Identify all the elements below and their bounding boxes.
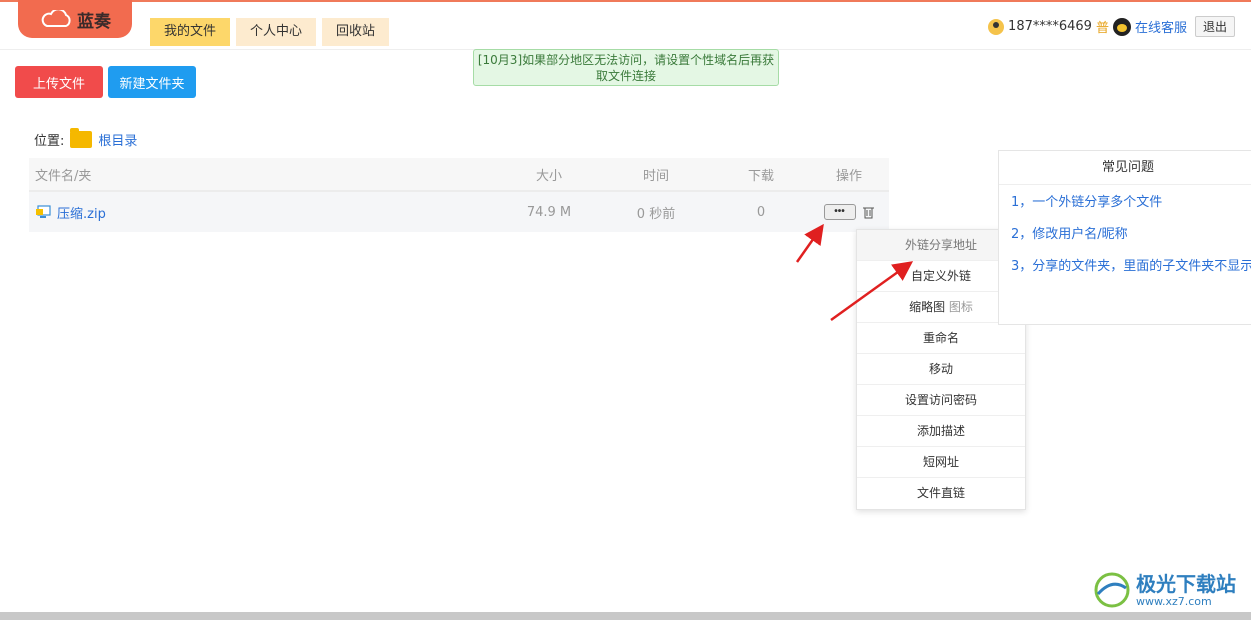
breadcrumb: 位置: 根目录 — [34, 128, 137, 149]
logo[interactable]: 蓝奏 — [18, 0, 132, 38]
watermark-logo-icon — [1094, 572, 1130, 608]
nav-recycle-bin[interactable]: 回收站 — [322, 18, 390, 46]
folder-icon — [70, 128, 93, 148]
app-header: 蓝奏 我的文件 个人中心 回收站 187****6469 普 在线客服 退出 — [0, 0, 1251, 50]
logo-text: 蓝奏 — [77, 11, 111, 32]
faq-panel: 常见问题 1，一个外链分享多个文件 2，修改用户名/昵称 3，分享的文件夹，里面… — [998, 150, 1251, 325]
user-avatar-icon — [988, 18, 1005, 35]
file-table: 文件名/夹 大小 时间 下载 操作 压缩.zip 74.9 M 0 秒前 0 •… — [29, 158, 889, 232]
notice-line-2: 取文件连接 — [595, 69, 656, 83]
table-header: 文件名/夹 大小 时间 下载 操作 — [29, 158, 889, 192]
faq-item-1[interactable]: 1，一个外链分享多个文件 — [1011, 193, 1251, 225]
new-folder-button[interactable]: 新建文件夹 — [108, 66, 196, 98]
file-time: 0 秒前 — [636, 206, 676, 222]
breadcrumb-prefix: 位置: — [34, 134, 65, 149]
col-header-actions: 操作 — [835, 168, 862, 184]
col-header-size: 大小 — [535, 168, 562, 184]
upload-file-button[interactable]: 上传文件 — [15, 66, 103, 98]
watermark-url: www.xz7.com — [1136, 594, 1212, 608]
zip-file-icon — [35, 205, 51, 219]
col-header-time: 时间 — [642, 168, 669, 184]
horizontal-scrollbar[interactable] — [0, 612, 1251, 620]
watermark-title: 极光下载站 — [1136, 571, 1236, 596]
nav-my-files[interactable]: 我的文件 — [150, 18, 231, 46]
user-level-badge: 普 — [1095, 21, 1109, 36]
qq-service-icon[interactable] — [1112, 17, 1131, 36]
user-phone: 187****6469 — [1008, 19, 1092, 34]
col-header-downloads: 下载 — [747, 168, 774, 184]
faq-item-3[interactable]: 3，分享的文件夹，里面的子文件夹不显示 — [1011, 257, 1251, 289]
file-downloads: 0 — [756, 204, 766, 220]
file-name-link[interactable]: 压缩.zip — [57, 203, 106, 222]
notice-banner: [10月3]如果部分地区无法访问，请设置个性域名后再获 取文件连接 — [473, 49, 779, 86]
watermark: 极光下载站 www.xz7.com — [1092, 568, 1244, 612]
table-row[interactable]: 压缩.zip 74.9 M 0 秒前 0 ••• — [29, 192, 889, 232]
menu-item-set-password[interactable]: 设置访问密码 — [857, 385, 1025, 416]
user-area: 187****6469 普 在线客服 退出 — [988, 16, 1235, 37]
logout-button[interactable]: 退出 — [1194, 16, 1235, 37]
more-actions-button[interactable]: ••• — [823, 204, 856, 220]
menu-item-add-description[interactable]: 添加描述 — [857, 416, 1025, 447]
col-header-name: 文件名/夹 — [35, 168, 92, 184]
cloud-icon — [41, 10, 71, 27]
faq-title: 常见问题 — [999, 151, 1251, 185]
faq-item-2[interactable]: 2，修改用户名/昵称 — [1011, 225, 1251, 257]
delete-icon[interactable] — [862, 206, 875, 219]
menu-item-rename[interactable]: 重命名 — [857, 323, 1025, 354]
notice-line-1: [10月3]如果部分地区无法访问，请设置个性域名后再获 — [477, 53, 775, 67]
online-service-link[interactable]: 在线客服 — [1135, 17, 1187, 36]
menu-item-move[interactable]: 移动 — [857, 354, 1025, 385]
breadcrumb-root-link[interactable]: 根目录 — [98, 130, 137, 149]
file-size: 74.9 M — [526, 204, 572, 220]
annotation-arrow-1 — [795, 223, 824, 263]
main-nav: 我的文件 个人中心 回收站 — [150, 18, 390, 46]
menu-item-direct-link[interactable]: 文件直链 — [857, 478, 1025, 509]
nav-personal-center[interactable]: 个人中心 — [236, 18, 317, 46]
menu-item-short-url[interactable]: 短网址 — [857, 447, 1025, 478]
